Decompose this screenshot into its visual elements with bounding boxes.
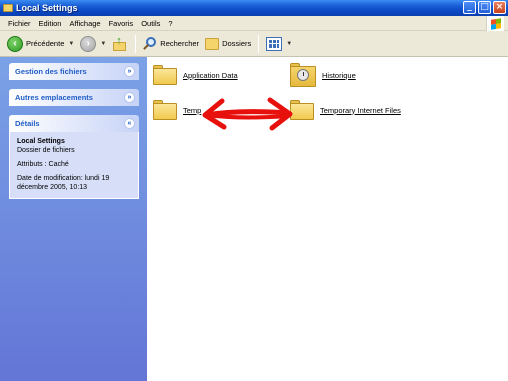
- file-tasks-panel: Gestion des fichiers »: [9, 63, 139, 80]
- folder-icon: [153, 100, 177, 120]
- search-button[interactable]: Rechercher: [140, 33, 202, 55]
- menu-affichage[interactable]: Affichage: [65, 19, 104, 28]
- menu-outils[interactable]: Outils: [137, 19, 164, 28]
- details-header[interactable]: Détails «: [9, 115, 139, 132]
- folder-icon: [153, 65, 177, 85]
- maximize-button[interactable]: □: [478, 1, 491, 14]
- views-button[interactable]: ▼: [263, 33, 295, 55]
- double-arrow-annotation: [202, 97, 293, 131]
- up-folder-button[interactable]: ↑: [109, 33, 131, 55]
- folders-label: Dossiers: [222, 39, 252, 48]
- toolbar: ‹ Précédente ▼ › ▼ ↑ Rechercher Dossiers…: [0, 31, 508, 57]
- other-places-header[interactable]: Autres emplacements »: [9, 89, 139, 106]
- file-tasks-header[interactable]: Gestion des fichiers »: [9, 63, 139, 80]
- menu-edition[interactable]: Edition: [35, 19, 66, 28]
- chevron-down-icon[interactable]: »: [124, 66, 135, 77]
- folders-icon: [205, 37, 220, 50]
- details-type: Dossier de fichiers: [17, 147, 75, 154]
- back-button[interactable]: ‹ Précédente ▼: [4, 33, 77, 55]
- details-body: Local Settings Dossier de fichiers Attri…: [9, 132, 139, 199]
- folder-icon: [3, 4, 13, 12]
- folder-item-temporary-internet-files[interactable]: Temporary Internet Files: [290, 100, 401, 120]
- views-icon: [266, 36, 283, 51]
- dropdown-arrow-icon[interactable]: ▼: [286, 41, 292, 47]
- details-modified-2: décembre 2005, 10:13: [17, 184, 88, 191]
- other-places-panel: Autres emplacements »: [9, 89, 139, 106]
- window-title: Local Settings: [16, 3, 78, 13]
- chevron-up-icon[interactable]: «: [124, 118, 135, 129]
- folder-item-historique[interactable]: Historique: [290, 63, 356, 87]
- details-panel: Détails « Local Settings Dossier de fich…: [9, 115, 139, 199]
- forward-button[interactable]: › ▼: [77, 33, 109, 55]
- folder-label: Temporary Internet Files: [320, 105, 401, 115]
- other-places-title: Autres emplacements: [15, 93, 93, 102]
- toolbar-separator: [258, 34, 260, 53]
- up-folder-icon: ↑: [112, 35, 128, 52]
- details-modified-1: Date de modification: lundi 19: [17, 175, 110, 182]
- close-button[interactable]: ×: [493, 1, 506, 14]
- details-title: Détails: [15, 119, 40, 128]
- folders-button[interactable]: Dossiers: [202, 33, 254, 55]
- menu-bar: Fichier Edition Affichage Favoris Outils…: [0, 16, 508, 31]
- task-pane: Gestion des fichiers » Autres emplacemen…: [0, 57, 147, 381]
- dropdown-arrow-icon[interactable]: ▼: [100, 41, 106, 47]
- forward-arrow-icon: ›: [80, 35, 97, 52]
- history-folder-icon: [290, 63, 316, 87]
- menu-help[interactable]: ?: [164, 19, 176, 28]
- chevron-down-icon[interactable]: »: [124, 92, 135, 103]
- toolbar-separator: [135, 34, 137, 53]
- search-icon: [143, 36, 157, 51]
- search-label: Rechercher: [160, 39, 200, 48]
- windows-logo-icon: [486, 16, 504, 31]
- title-bar: Local Settings _ □ ×: [0, 0, 508, 16]
- folder-label: Historique: [322, 70, 356, 80]
- folder-item-temp[interactable]: Temp: [153, 100, 201, 120]
- dropdown-arrow-icon[interactable]: ▼: [68, 41, 74, 47]
- back-arrow-icon: ‹: [7, 35, 23, 52]
- folder-label: Temp: [183, 105, 202, 115]
- details-name: Local Settings: [17, 138, 65, 145]
- window-controls: _ □ ×: [463, 1, 506, 14]
- folder-label: Application Data: [183, 70, 238, 80]
- menu-fichier[interactable]: Fichier: [4, 19, 35, 28]
- file-tasks-title: Gestion des fichiers: [15, 67, 87, 76]
- back-label: Précédente: [26, 39, 65, 48]
- minimize-button[interactable]: _: [463, 1, 476, 14]
- folder-item-application-data[interactable]: Application Data: [153, 65, 238, 85]
- details-attributes: Attributs : Caché: [17, 161, 69, 168]
- menu-favoris[interactable]: Favoris: [105, 19, 138, 28]
